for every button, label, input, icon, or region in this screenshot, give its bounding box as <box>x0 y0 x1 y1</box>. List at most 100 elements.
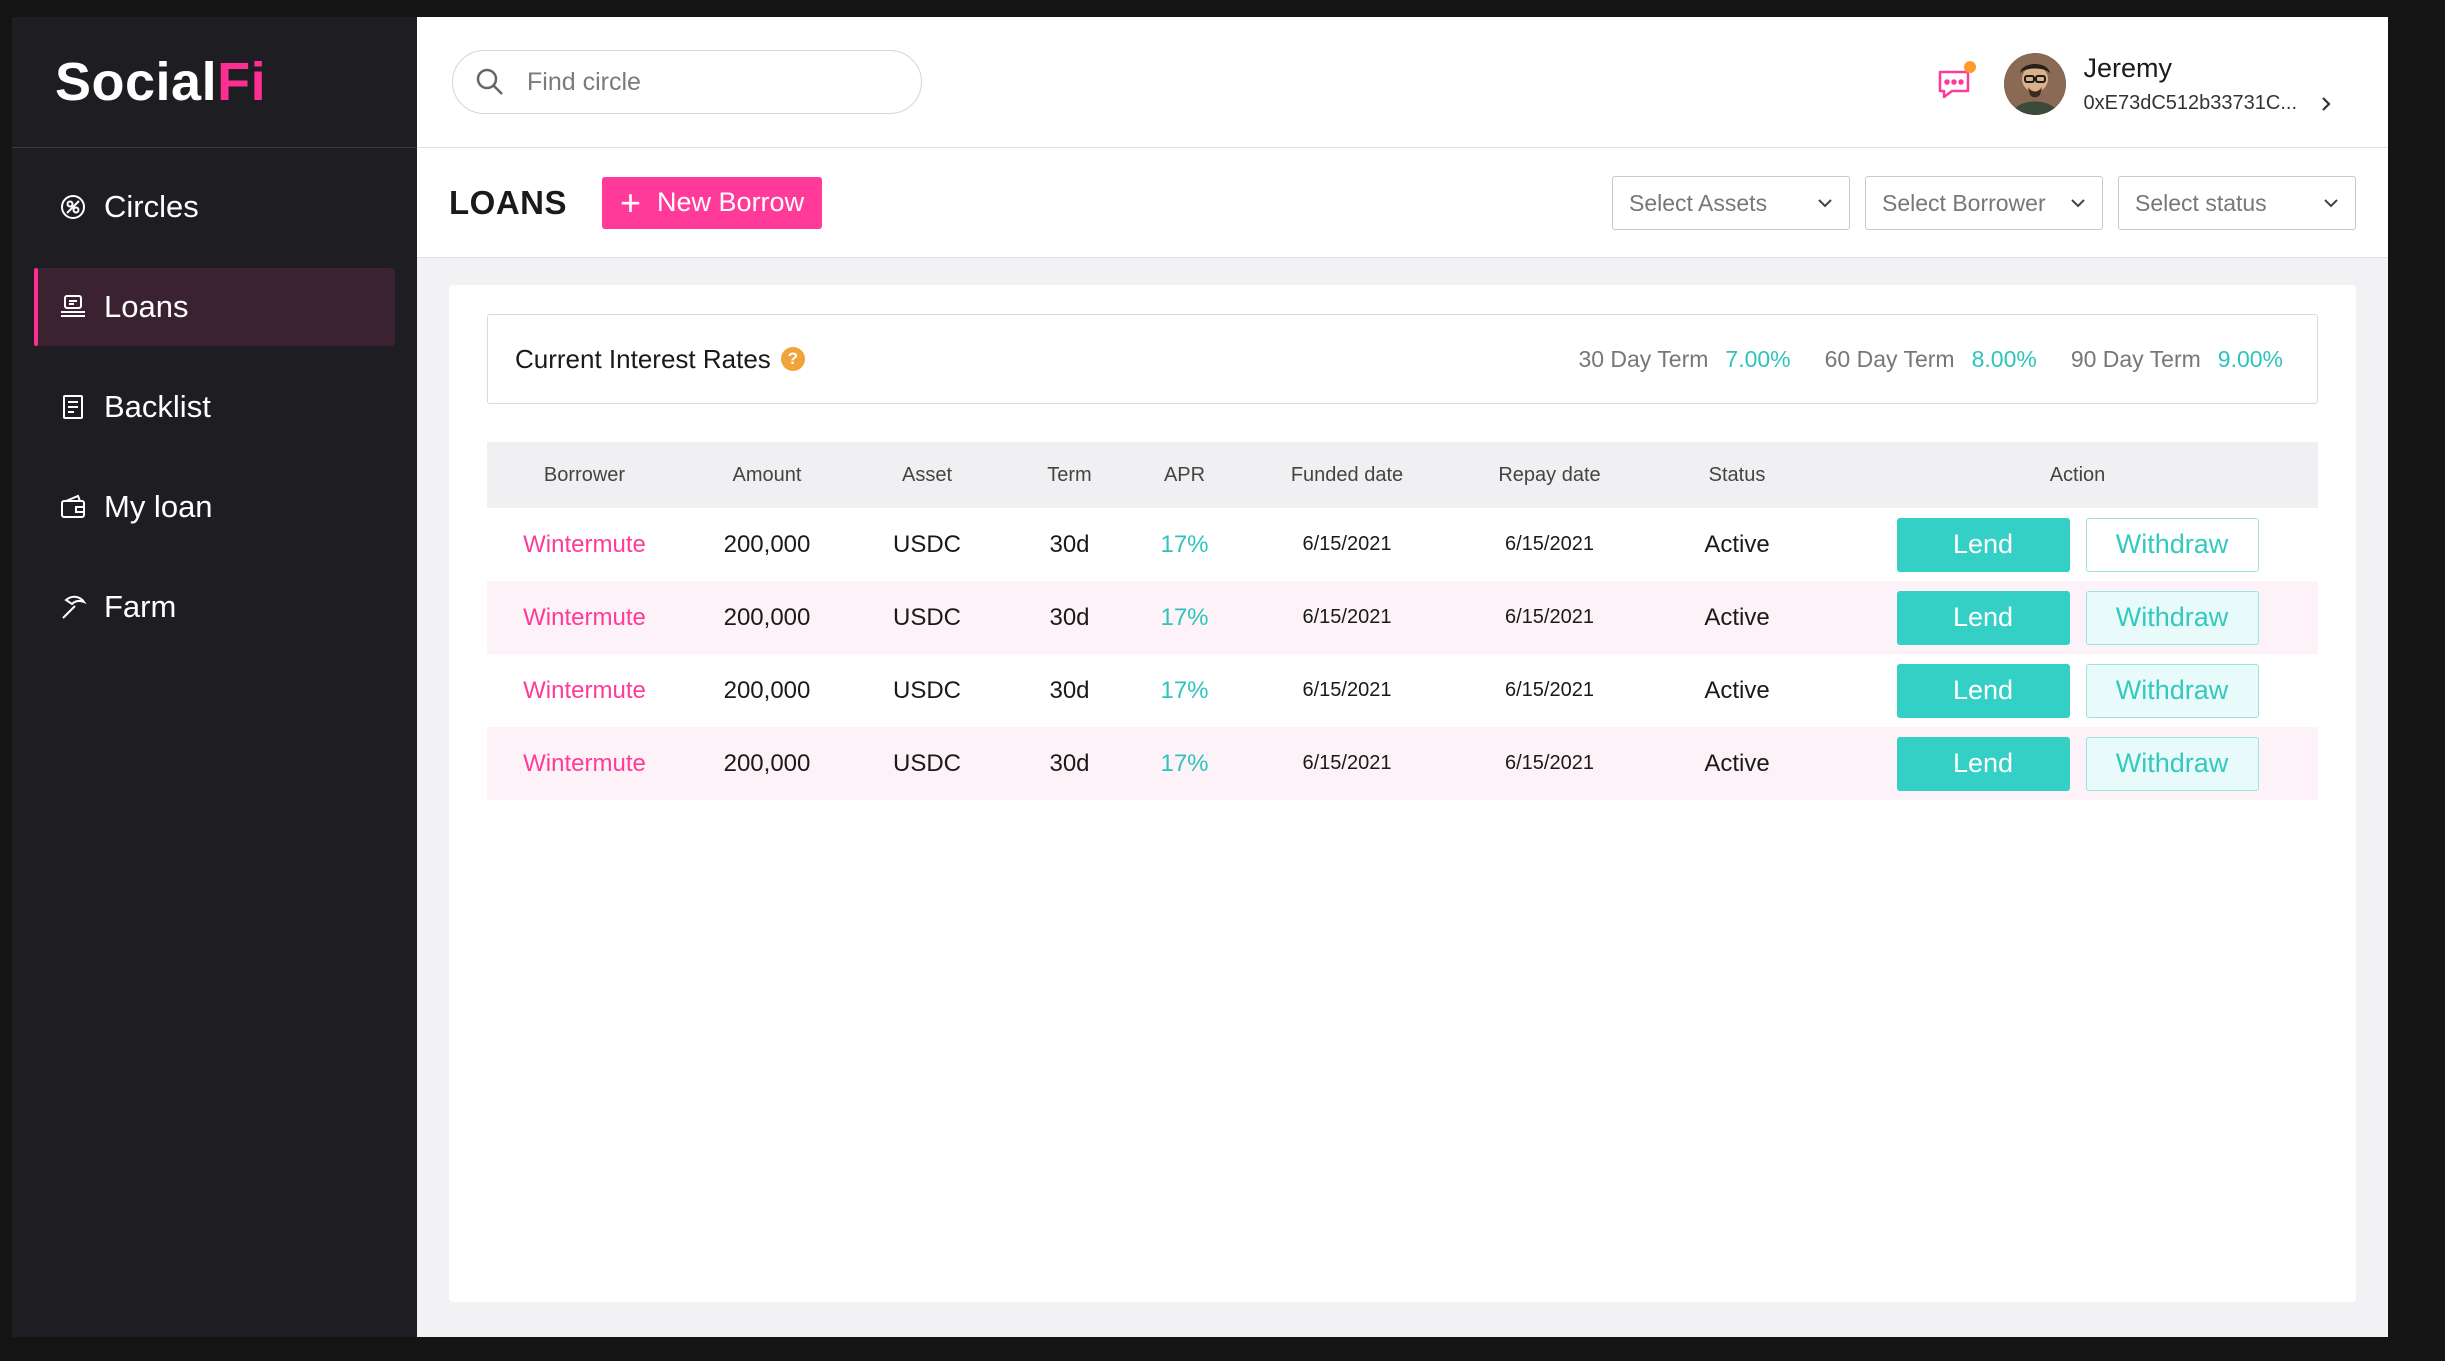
loans-icon <box>58 292 88 322</box>
status-cell: Active <box>1704 749 1770 777</box>
asset-cell: USDC <box>892 676 961 704</box>
apr-cell: 17% <box>1160 530 1209 558</box>
withdraw-button[interactable]: Withdraw <box>2085 736 2259 791</box>
term-cell: 30d <box>1049 749 1090 777</box>
apr-cell: 17% <box>1160 603 1209 631</box>
sidebar-item-circles[interactable]: Circles <box>34 168 395 246</box>
borrower-link[interactable]: Wintermute <box>487 654 682 727</box>
user-address-row: 0xE73dC512b33731C... <box>2084 92 2334 115</box>
apr-cell: 17% <box>1160 749 1209 777</box>
search-icon <box>476 68 503 95</box>
status-cell: Active <box>1704 530 1770 558</box>
funded-date-cell: 6/15/2021 <box>1302 679 1392 701</box>
select-borrower-label: Select Borrower <box>1882 189 2046 216</box>
table-header: Borrower Amount Asset Term APR Funded da… <box>487 442 2318 508</box>
borrower-link[interactable]: Wintermute <box>487 508 682 581</box>
rate-label: 60 Day Term <box>1824 345 1955 372</box>
filters: Select Assets Select Borrower Select sta… <box>1612 176 2356 230</box>
new-borrow-label: New Borrow <box>657 187 805 217</box>
select-assets-dropdown[interactable]: Select Assets <box>1612 176 1850 230</box>
search-input[interactable] <box>527 67 887 97</box>
asset-cell: USDC <box>892 749 961 777</box>
help-icon[interactable]: ? <box>780 347 805 371</box>
funded-date-cell: 6/15/2021 <box>1302 606 1392 628</box>
top-bar: Jeremy 0xE73dC512b33731C... <box>417 17 2388 148</box>
wallet-icon <box>58 492 88 522</box>
repay-date-cell: 6/15/2021 <box>1505 606 1594 628</box>
rate-90-day: 90 Day Term 9.00% <box>2071 346 2283 373</box>
withdraw-button[interactable]: Withdraw <box>2085 663 2259 718</box>
lend-button[interactable]: Lend <box>1896 663 2070 718</box>
column-header-funded-date: Funded date <box>1290 463 1404 486</box>
rate-value: 8.00% <box>1971 345 2037 372</box>
logo-area: SocialFi <box>12 17 417 148</box>
lend-button[interactable]: Lend <box>1896 517 2070 572</box>
new-borrow-button[interactable]: + New Borrow <box>602 176 823 229</box>
rates-title: Current Interest Rates <box>515 343 771 374</box>
sidebar-item-farm[interactable]: Farm <box>34 568 395 646</box>
table-row: Wintermute 200,000 USDC 30d 17% 6/15/202… <box>487 508 2318 581</box>
status-cell: Active <box>1704 676 1770 704</box>
sidebar-item-backlist[interactable]: Backlist <box>34 368 395 446</box>
funded-date-cell: 6/15/2021 <box>1302 533 1392 555</box>
amount-cell: 200,000 <box>723 676 811 704</box>
withdraw-button[interactable]: Withdraw <box>2085 590 2259 645</box>
column-header-borrower: Borrower <box>543 463 626 486</box>
borrower-link[interactable]: Wintermute <box>487 581 682 654</box>
chevron-right-icon[interactable] <box>2319 94 2333 114</box>
select-borrower-dropdown[interactable]: Select Borrower <box>1865 176 2103 230</box>
user-name: Jeremy <box>2083 53 2173 83</box>
apr-cell: 17% <box>1160 676 1209 704</box>
action-cell: Lend Withdraw <box>1837 654 2318 727</box>
sidebar-item-label: Circles <box>104 189 199 224</box>
column-header-amount: Amount <box>732 463 802 486</box>
asset-cell: USDC <box>892 603 961 631</box>
page-toolbar: LOANS + New Borrow Select Assets Select … <box>417 148 2388 258</box>
table-row: Wintermute 200,000 USDC 30d 17% 6/15/202… <box>487 581 2318 654</box>
sidebar-item-my-loan[interactable]: My loan <box>34 468 395 546</box>
sidebar-item-loans[interactable]: Loans <box>34 268 395 346</box>
avatar[interactable] <box>2003 53 2066 115</box>
borrower-link[interactable]: Wintermute <box>487 727 682 800</box>
circles-icon <box>58 192 88 222</box>
select-status-dropdown[interactable]: Select status <box>2118 176 2356 230</box>
sidebar: SocialFi Circles Loans Backlist My loan … <box>12 17 417 1337</box>
rates-title-row: Current Interest Rates ? <box>515 344 805 375</box>
repay-date-cell: 6/15/2021 <box>1505 679 1594 701</box>
rate-30-day: 30 Day Term 7.00% <box>1578 346 1790 373</box>
amount-cell: 200,000 <box>723 603 811 631</box>
table-row: Wintermute 200,000 USDC 30d 17% 6/15/202… <box>487 727 2318 800</box>
rate-value: 9.00% <box>2217 345 2283 372</box>
backlist-icon <box>58 392 88 422</box>
repay-date-cell: 6/15/2021 <box>1505 752 1594 774</box>
loans-content: Current Interest Rates ? 30 Day Term 7.00… <box>449 285 2356 1302</box>
table-body: Wintermute 200,000 USDC 30d 17% 6/15/202… <box>487 508 2318 800</box>
repay-date-cell: 6/15/2021 <box>1505 533 1594 555</box>
chat-icon[interactable] <box>1934 61 1976 104</box>
sidebar-item-label: My loan <box>104 489 213 524</box>
pickaxe-icon <box>58 592 88 622</box>
status-cell: Active <box>1704 603 1770 631</box>
table-row: Wintermute 200,000 USDC 30d 17% 6/15/202… <box>487 654 2318 727</box>
main-panel: Jeremy 0xE73dC512b33731C... LOANS + New … <box>417 17 2388 1337</box>
notification-dot <box>1963 61 1976 73</box>
user-info[interactable]: Jeremy 0xE73dC512b33731C... <box>2084 53 2334 115</box>
sidebar-item-label: Backlist <box>104 389 211 424</box>
user-area: Jeremy 0xE73dC512b33731C... <box>1934 53 2334 115</box>
app-window: SocialFi Circles Loans Backlist My loan … <box>12 17 2388 1337</box>
column-header-apr: APR <box>1163 463 1206 486</box>
chevron-down-icon <box>2071 199 2085 208</box>
search-box[interactable] <box>452 50 922 114</box>
action-cell: Lend Withdraw <box>1837 581 2318 654</box>
amount-cell: 200,000 <box>723 530 811 558</box>
action-cell: Lend Withdraw <box>1837 727 2318 800</box>
interest-rates-panel: Current Interest Rates ? 30 Day Term 7.00… <box>487 314 2318 404</box>
chevron-down-icon <box>2324 199 2338 208</box>
withdraw-button[interactable]: Withdraw <box>2085 517 2259 572</box>
term-cell: 30d <box>1049 530 1090 558</box>
rate-label: 90 Day Term <box>2070 345 2201 372</box>
lend-button[interactable]: Lend <box>1896 590 2070 645</box>
action-cell: Lend Withdraw <box>1837 508 2318 581</box>
lend-button[interactable]: Lend <box>1896 736 2070 791</box>
logo[interactable]: SocialFi <box>55 51 266 113</box>
